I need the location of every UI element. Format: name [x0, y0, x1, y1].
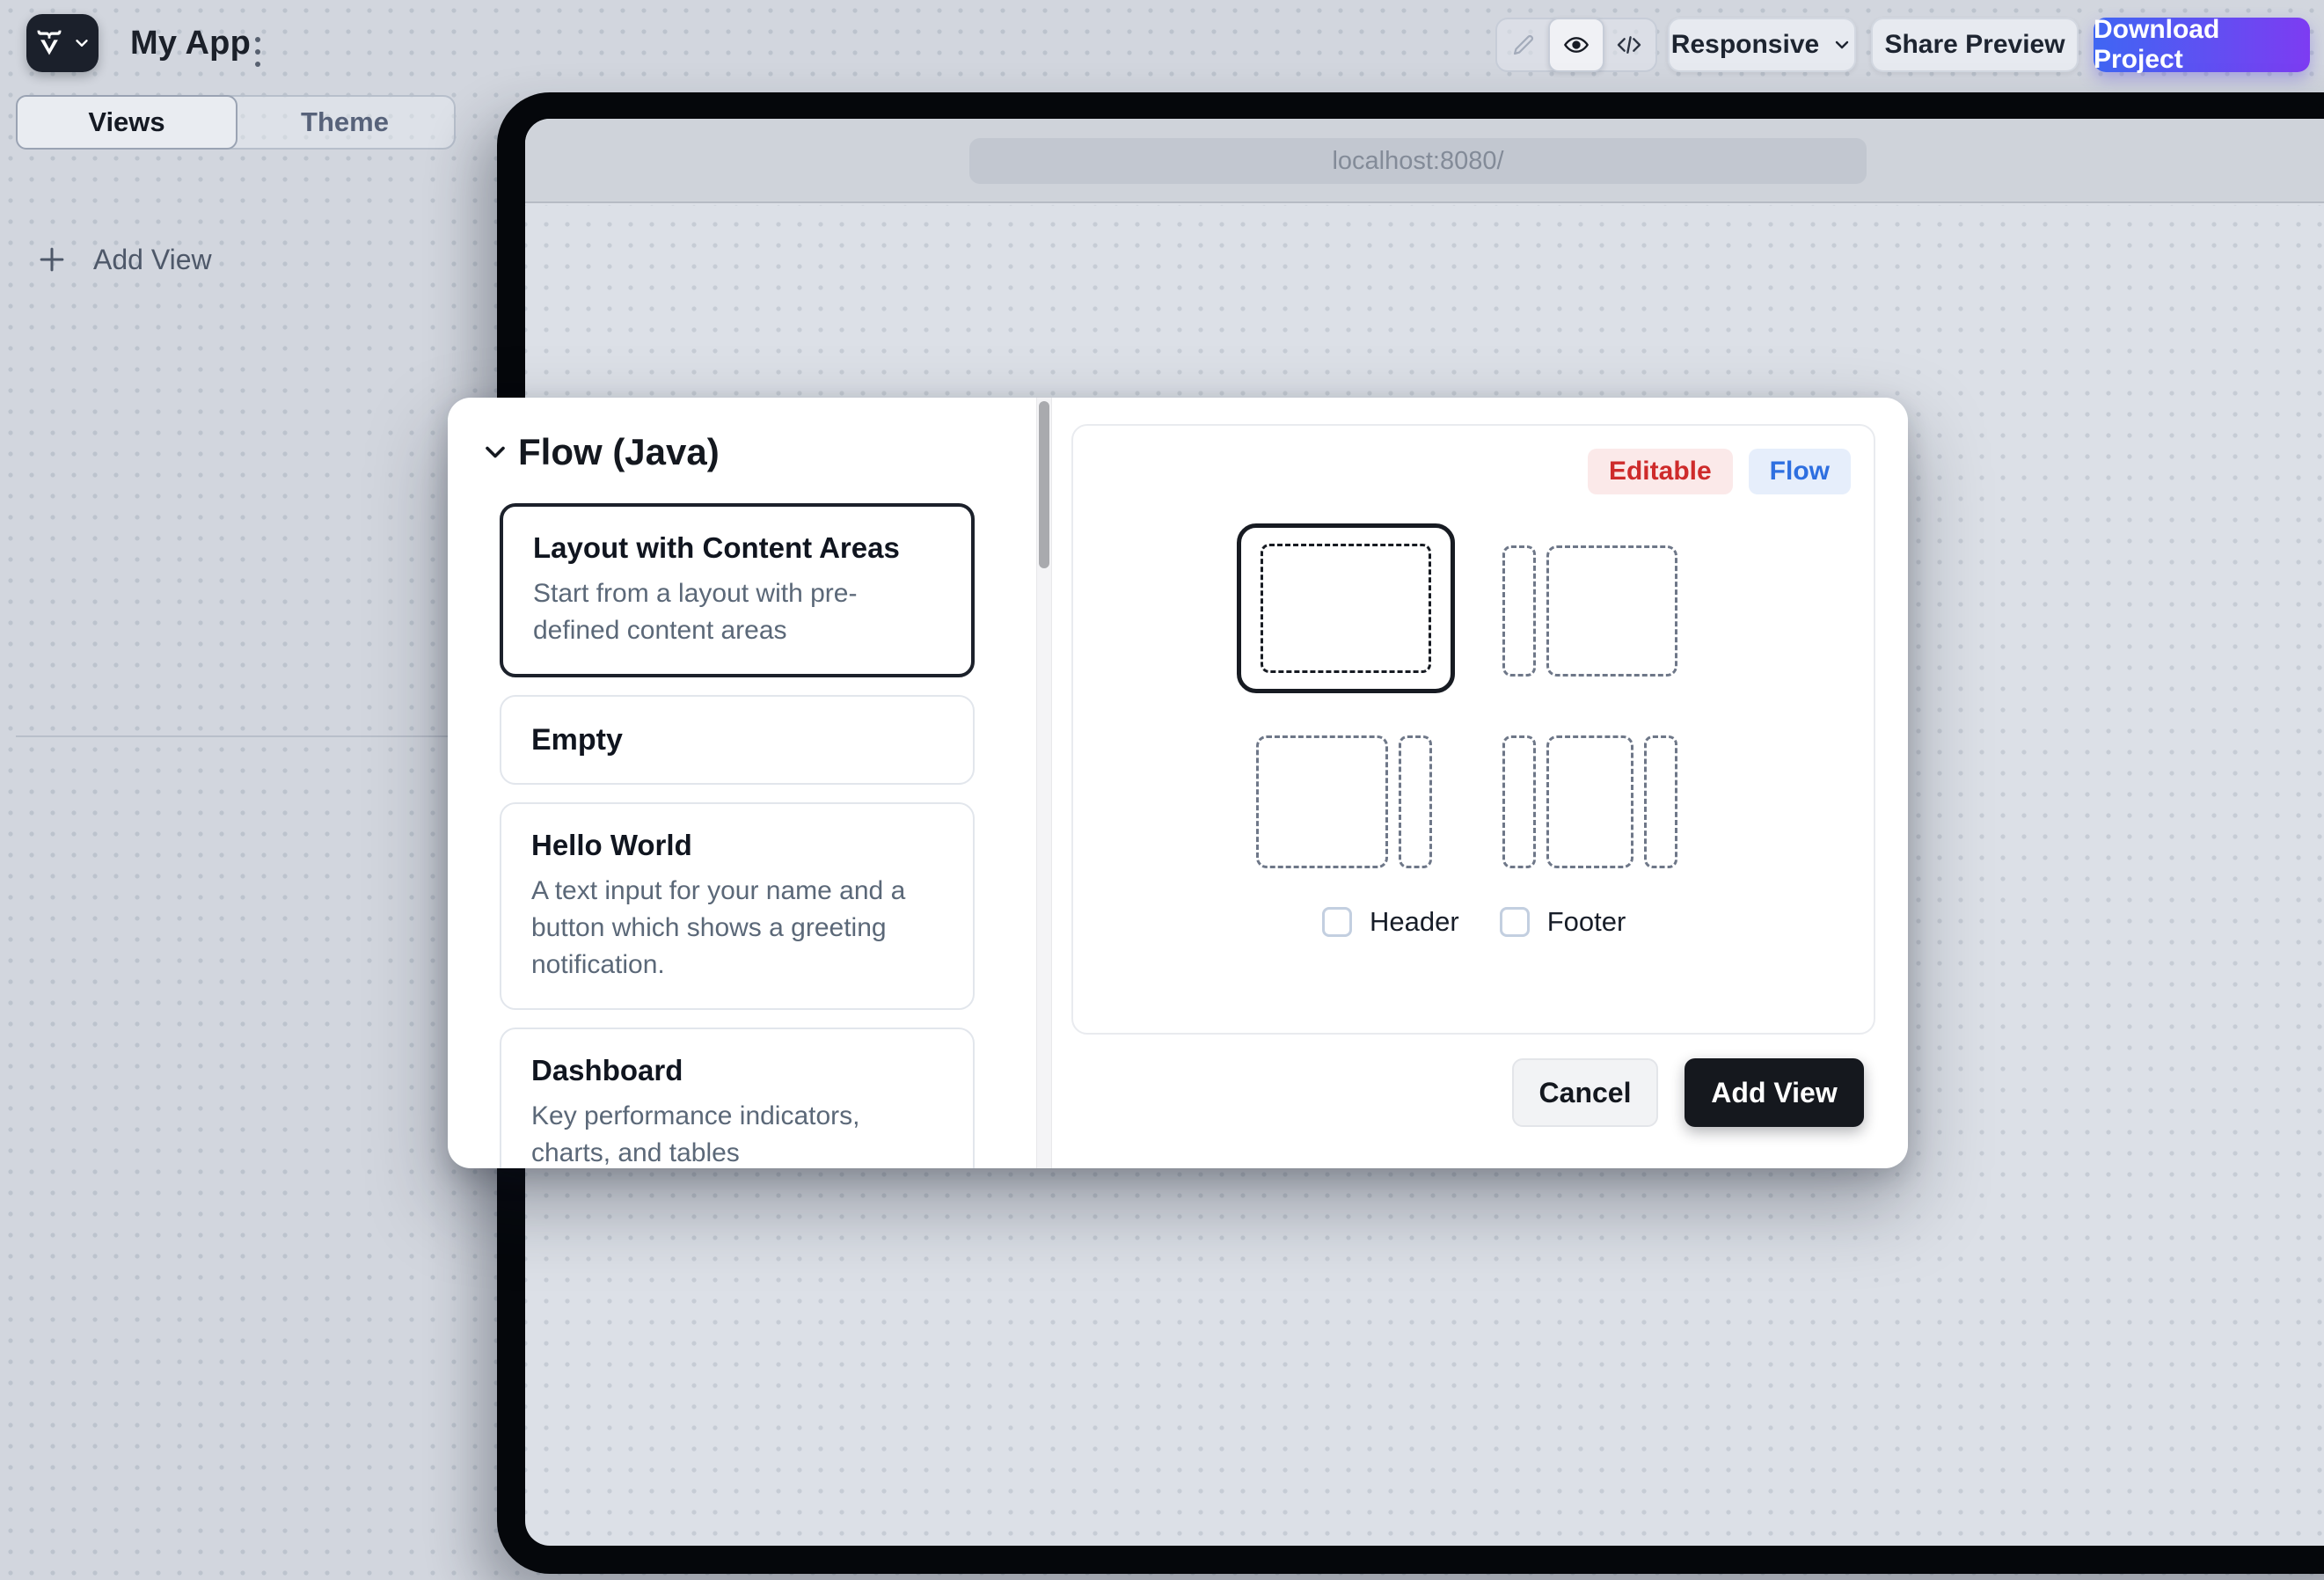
content-placeholder: [1256, 735, 1388, 868]
content-placeholder: [1546, 545, 1677, 677]
layout-option-sidebar-left[interactable]: [1502, 545, 1677, 677]
content-area-placeholder: [1261, 544, 1431, 673]
tab-theme[interactable]: Theme: [236, 97, 454, 148]
flow-badge: Flow: [1749, 449, 1851, 494]
sidebar-placeholder: [1399, 735, 1432, 868]
url-bar: localhost:8080/: [969, 138, 1867, 184]
cancel-button[interactable]: Cancel: [1512, 1058, 1658, 1127]
preview-mode-button[interactable]: [1548, 18, 1604, 72]
header-checkbox[interactable]: [1322, 907, 1352, 937]
add-view-dialog: Flow (Java) Layout with Content Areas St…: [448, 398, 1908, 1168]
sidebar-tabs: Views Theme: [16, 95, 456, 150]
page-title: My App: [130, 25, 251, 62]
share-preview-label: Share Preview: [1884, 30, 2065, 60]
template-section-toggle[interactable]: Flow (Java): [479, 431, 720, 473]
footer-toggle[interactable]: Footer: [1500, 906, 1626, 938]
app-logo-menu-button[interactable]: [26, 14, 99, 72]
url-text: localhost:8080/: [1332, 147, 1503, 176]
template-card-hello-world[interactable]: Hello World A text input for your name a…: [500, 802, 975, 1010]
share-preview-button[interactable]: Share Preview: [1871, 18, 2079, 72]
vaadin-logo-icon: [33, 27, 65, 59]
add-view-button[interactable]: Add View: [1685, 1058, 1864, 1127]
content-placeholder: [1546, 735, 1633, 868]
sidebar-placeholder: [1502, 545, 1536, 677]
editable-badge: Editable: [1588, 449, 1733, 494]
download-project-label: Download Project: [2094, 15, 2310, 75]
layout-option-sidebar-both[interactable]: [1502, 735, 1677, 868]
template-badges: Editable Flow: [1588, 449, 1851, 494]
tab-views-label: Views: [88, 106, 164, 138]
tab-theme-label: Theme: [301, 106, 389, 138]
edit-mode-button[interactable]: [1497, 19, 1550, 70]
responsive-dropdown-label: Responsive: [1671, 30, 1819, 60]
template-card-description: A text input for your name and a button …: [531, 873, 943, 984]
sidebar-add-view-label: Add View: [93, 244, 212, 276]
eye-icon: [1562, 31, 1590, 59]
header-toggle[interactable]: Header: [1322, 906, 1459, 938]
sidebar-add-view-button[interactable]: Add View: [35, 243, 212, 276]
scrollbar-thumb[interactable]: [1039, 401, 1049, 568]
app-root: My App Responsive Share Preview Download…: [0, 0, 2324, 1580]
sidebar-divider: [16, 735, 449, 737]
template-card-title: Hello World: [531, 829, 943, 862]
cancel-button-label: Cancel: [1539, 1077, 1632, 1109]
responsive-dropdown[interactable]: Responsive: [1668, 18, 1856, 72]
layout-option-single-content[interactable]: [1237, 523, 1455, 693]
header-checkbox-label: Header: [1370, 906, 1459, 938]
code-icon: [1615, 31, 1643, 59]
template-card-description: Key performance indicators, charts, and …: [531, 1098, 943, 1168]
sidebar-placeholder: [1502, 735, 1536, 868]
add-view-button-label: Add View: [1711, 1077, 1837, 1109]
chevron-down-icon: [1831, 34, 1853, 55]
layout-option-sidebar-right[interactable]: [1256, 735, 1432, 868]
browser-chrome-bar: localhost:8080/: [525, 119, 2324, 203]
chevron-down-icon: [72, 33, 91, 53]
template-card-description: Start from a layout with pre-defined con…: [533, 575, 941, 649]
layout-toggles: Header Footer: [1322, 906, 1626, 938]
template-card-title: Layout with Content Areas: [533, 531, 941, 565]
template-card-layout-with-content-areas[interactable]: Layout with Content Areas Start from a l…: [500, 503, 975, 677]
template-card-dashboard[interactable]: Dashboard Key performance indicators, ch…: [500, 1028, 975, 1168]
mode-segmented-control: [1495, 18, 1657, 72]
code-mode-button[interactable]: [1603, 19, 1655, 70]
download-project-button[interactable]: Download Project: [2094, 18, 2310, 72]
chevron-down-icon: [479, 436, 511, 468]
tab-views[interactable]: Views: [16, 95, 238, 150]
kebab-menu-icon[interactable]: [250, 32, 266, 72]
template-list: Layout with Content Areas Start from a l…: [500, 503, 975, 1168]
footer-checkbox-label: Footer: [1547, 906, 1626, 938]
plus-icon: [35, 243, 69, 276]
pencil-icon: [1510, 32, 1537, 58]
template-card-empty[interactable]: Empty: [500, 695, 975, 785]
template-card-title: Empty: [531, 723, 623, 757]
template-section-title: Flow (Java): [518, 431, 720, 473]
template-list-scrollbar[interactable]: [1036, 398, 1052, 1168]
footer-checkbox[interactable]: [1500, 907, 1530, 937]
template-detail-panel: Editable Flow: [1071, 424, 1875, 1035]
template-card-title: Dashboard: [531, 1054, 943, 1087]
sidebar-placeholder: [1644, 735, 1677, 868]
